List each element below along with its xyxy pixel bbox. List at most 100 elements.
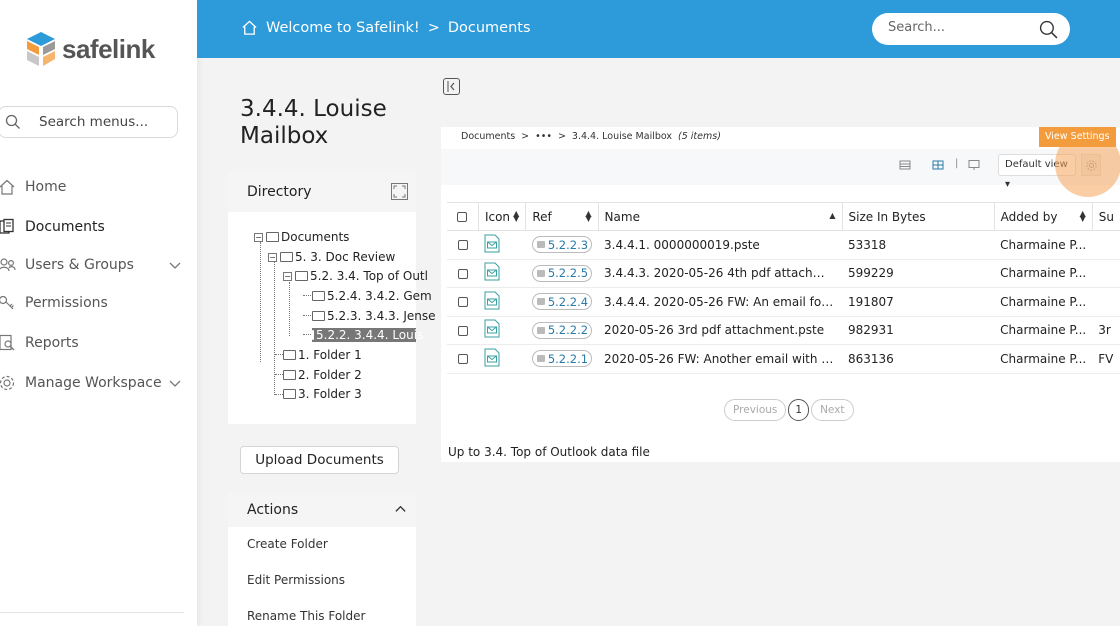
table-row[interactable]: 5.2.2.2 2020-05-26 3rd pdf attachment.pst… bbox=[447, 316, 1120, 345]
directory-panel: Directory − Documents − 5. 3. Doc Review… bbox=[228, 172, 436, 424]
row-checkbox[interactable] bbox=[457, 268, 468, 279]
sidebar-item-manage-workspace[interactable]: Manage Workspace bbox=[0, 374, 181, 392]
safelink-logo[interactable]: safelink bbox=[24, 30, 155, 68]
sidebar-item-home[interactable]: Home bbox=[0, 178, 66, 196]
added-by-cell: Charmaine P... bbox=[994, 230, 1093, 260]
lock-icon bbox=[536, 326, 545, 334]
ref-cell: 5.2.2.2 bbox=[525, 316, 599, 345]
actions-header[interactable]: Actions bbox=[228, 493, 416, 527]
name-cell[interactable]: 3.4.4.3. 2020-05-26 4th pdf attachment.p… bbox=[598, 259, 842, 288]
folder-icon bbox=[295, 271, 308, 281]
email-file-icon[interactable] bbox=[484, 234, 500, 253]
size-cell: 599229 bbox=[842, 259, 995, 288]
subject-cell: FV bbox=[1092, 344, 1120, 374]
sidebar-item-documents[interactable]: Documents bbox=[0, 218, 105, 236]
row-checkbox[interactable] bbox=[457, 297, 468, 308]
ref-badge[interactable]: 5.2.2.5 bbox=[531, 264, 593, 282]
email-file-icon[interactable] bbox=[484, 319, 500, 338]
collapse-panel-icon[interactable] bbox=[443, 78, 460, 95]
table-row[interactable]: 5.2.2.5 3.4.4.3. 2020-05-26 4th pdf attac… bbox=[447, 259, 1120, 288]
tree-node[interactable]: − 5. 3. Doc Review bbox=[268, 250, 395, 264]
expand-icon[interactable] bbox=[391, 183, 408, 200]
subject-cell bbox=[1092, 287, 1120, 317]
row-checkbox[interactable] bbox=[457, 354, 468, 365]
name-cell[interactable]: 2020-05-26 FW: Another email with files.… bbox=[598, 344, 842, 374]
card-crumb-current: 3.4.4. Louise Mailbox bbox=[571, 131, 673, 142]
view-settings-tooltip: View Settings bbox=[1039, 127, 1116, 147]
select-all-checkbox[interactable] bbox=[457, 212, 468, 222]
tree-node[interactable]: − 5.2. 3.4. Top of Outl bbox=[283, 269, 428, 283]
chevron-up-icon[interactable] bbox=[394, 503, 407, 516]
ref-badge[interactable]: 5.2.2.3 bbox=[531, 236, 593, 254]
table-header-row: Icon ▲ ▼ Ref ▲ ▼ Name ▲ Size In Bytes Added b… bbox=[447, 202, 1120, 231]
table-row[interactable]: 5.2.2.3 3.4.4.1. 0000000019.pste 53318 Char… bbox=[447, 230, 1120, 260]
column-header-added-by[interactable]: Added by ▲ ▼ bbox=[994, 202, 1093, 231]
ref-badge[interactable]: 5.2.2.4 bbox=[531, 293, 593, 311]
chevron-down-icon[interactable] bbox=[168, 376, 182, 390]
table-row[interactable]: 5.2.2.4 3.4.4.4. 2020-05-26 FW: An email … bbox=[447, 287, 1120, 317]
ref-badge[interactable]: 5.2.2.1 bbox=[531, 350, 593, 368]
gear-icon bbox=[0, 375, 15, 391]
folder-icon bbox=[280, 252, 293, 262]
presentation-view-icon[interactable] bbox=[968, 159, 980, 171]
tree-node[interactable]: − Documents bbox=[254, 230, 349, 244]
grid-view-icon[interactable] bbox=[932, 159, 944, 171]
reports-icon bbox=[0, 334, 15, 351]
tree-node-label: 5.2.3. 3.4.3. Jense bbox=[327, 309, 436, 323]
action-edit-permissions[interactable]: Edit Permissions bbox=[247, 573, 345, 587]
row-checkbox[interactable] bbox=[457, 240, 468, 251]
collapse-toggle-icon[interactable]: − bbox=[283, 271, 292, 281]
documents-icon bbox=[0, 218, 14, 234]
tree-node-label: Documents bbox=[281, 230, 350, 244]
divider bbox=[0, 612, 184, 613]
menu-search-input[interactable]: Search menus... bbox=[0, 106, 178, 138]
tree-node[interactable]: 3. Folder 3 bbox=[283, 387, 362, 401]
folder-icon bbox=[283, 389, 296, 399]
column-header-name[interactable]: Name ▲ bbox=[598, 202, 843, 231]
tree-node[interactable]: 2. Folder 2 bbox=[283, 368, 362, 382]
email-file-icon[interactable] bbox=[484, 348, 500, 367]
card-crumb-root[interactable]: Documents bbox=[461, 131, 515, 142]
global-search-input[interactable]: Search... bbox=[872, 13, 1070, 45]
chevron-down-icon[interactable] bbox=[168, 258, 182, 272]
size-cell: 191807 bbox=[842, 287, 995, 317]
column-header-icon[interactable]: Icon ▲ ▼ bbox=[478, 202, 527, 231]
row-select-cell bbox=[447, 287, 479, 317]
sidebar-item-users-groups[interactable]: Users & Groups bbox=[0, 256, 181, 274]
email-file-icon[interactable] bbox=[484, 291, 500, 310]
search-icon[interactable] bbox=[1039, 20, 1058, 39]
sidebar-item-reports[interactable]: Reports bbox=[0, 334, 79, 352]
name-cell[interactable]: 2020-05-26 3rd pdf attachment.pste bbox=[598, 316, 842, 345]
name-cell[interactable]: 3.4.4.4. 2020-05-26 FW: An email for the… bbox=[598, 287, 842, 317]
page-1-button[interactable]: 1 bbox=[788, 399, 810, 421]
column-header-ref[interactable]: Ref ▲ ▼ bbox=[525, 202, 599, 231]
ref-badge[interactable]: 5.2.2.2 bbox=[531, 321, 593, 339]
name-cell[interactable]: 3.4.4.1. 0000000019.pste bbox=[598, 230, 842, 260]
next-page-button[interactable]: Next bbox=[811, 399, 854, 421]
home-icon bbox=[0, 179, 15, 195]
tree-node[interactable]: 5.2.4. 3.4.2. Gem bbox=[312, 289, 432, 303]
breadcrumb-welcome[interactable]: Welcome to Safelink! bbox=[266, 20, 420, 36]
action-rename-folder[interactable]: Rename This Folder bbox=[247, 609, 365, 623]
tree-node[interactable]: 1. Folder 1 bbox=[283, 348, 362, 362]
tree-node[interactable]: 5.2.3. 3.4.3. Jense bbox=[312, 309, 436, 323]
action-create-folder[interactable]: Create Folder bbox=[247, 537, 328, 551]
collapse-toggle-icon[interactable]: − bbox=[254, 232, 263, 242]
sidebar-item-permissions[interactable]: Permissions bbox=[0, 294, 108, 312]
list-view-icon[interactable] bbox=[899, 159, 911, 171]
collapse-toggle-icon[interactable]: − bbox=[268, 252, 277, 262]
column-header-subject[interactable]: Su bbox=[1092, 202, 1120, 231]
home-icon[interactable] bbox=[241, 19, 258, 36]
email-file-icon[interactable] bbox=[484, 262, 500, 281]
breadcrumb-current[interactable]: Documents bbox=[448, 20, 531, 36]
previous-page-button[interactable]: Previous bbox=[724, 399, 787, 421]
row-checkbox[interactable] bbox=[457, 325, 468, 336]
upload-documents-button[interactable]: Upload Documents bbox=[240, 446, 399, 474]
card-crumb-ellipsis[interactable]: ••• bbox=[535, 131, 552, 142]
up-folder-link[interactable]: Up to 3.4. Top of Outlook data file bbox=[448, 445, 650, 459]
sort-icon: ▲ ▼ bbox=[585, 209, 592, 223]
item-count: (5 items) bbox=[678, 131, 721, 142]
column-header-size[interactable]: Size In Bytes bbox=[842, 202, 995, 231]
tree-node-selected[interactable]: 5.2.2. 3.4.4. Louis bbox=[312, 328, 423, 342]
table-row[interactable]: 5.2.2.1 2020-05-26 FW: Another email with… bbox=[447, 344, 1120, 374]
